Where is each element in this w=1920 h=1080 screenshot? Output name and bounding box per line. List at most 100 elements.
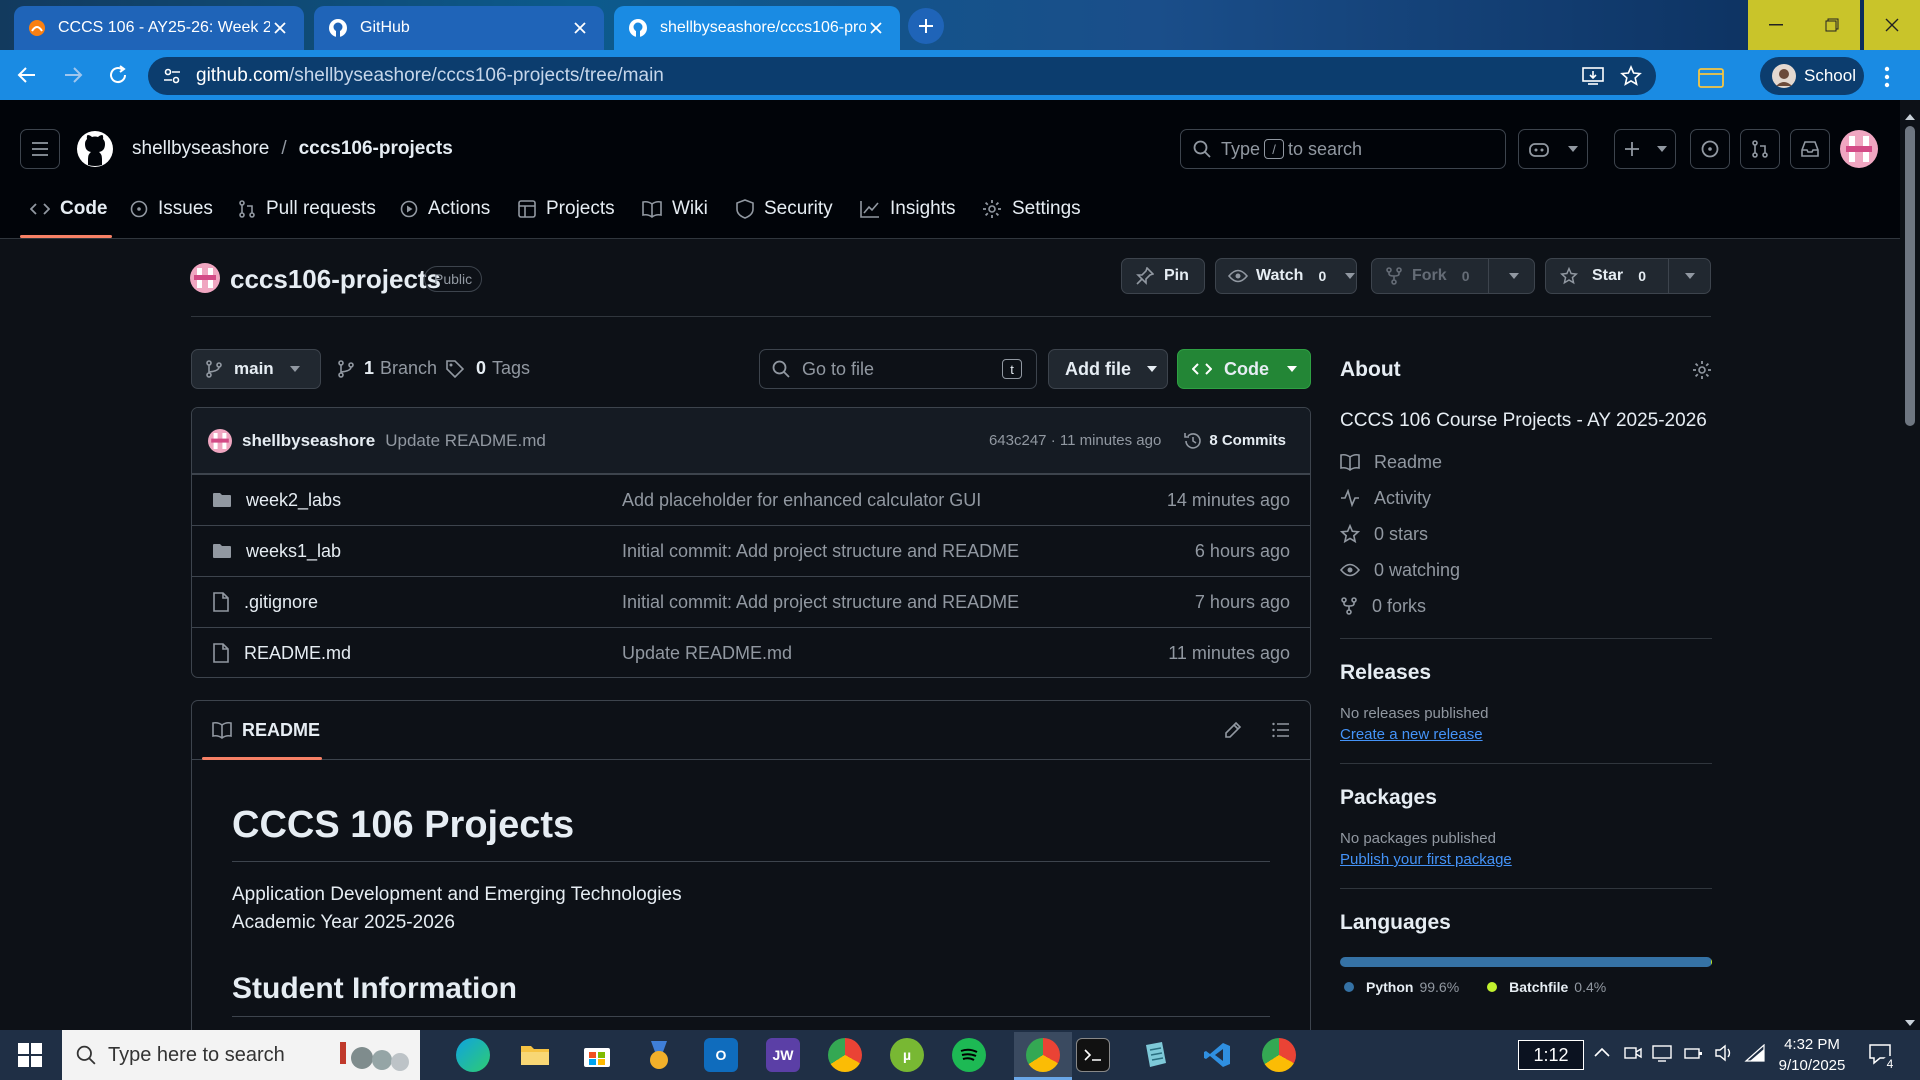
chrome-icon[interactable] bbox=[1262, 1038, 1296, 1072]
readme-tab[interactable]: README bbox=[242, 720, 320, 741]
packages-heading[interactable]: Packages bbox=[1340, 786, 1712, 810]
browser-tab-active[interactable]: shellbyseashore/cccs106-proje bbox=[614, 6, 900, 50]
file-row[interactable]: weeks1_lab Initial commit: Add project s… bbox=[192, 525, 1310, 576]
profile-button[interactable]: School bbox=[1760, 57, 1864, 95]
file-commit-message[interactable]: Initial commit: Add project structure an… bbox=[622, 592, 1195, 613]
breadcrumb-owner[interactable]: shellbyseashore bbox=[132, 138, 269, 160]
restore-button[interactable] bbox=[1804, 0, 1860, 50]
file-row[interactable]: README.md Update README.md 11 minutes ag… bbox=[192, 627, 1310, 677]
watching-link[interactable]: 0 watching bbox=[1340, 552, 1712, 588]
chevron-up-icon[interactable] bbox=[1594, 1047, 1610, 1057]
avatar[interactable] bbox=[208, 428, 232, 453]
commit-author[interactable]: shellbyseashore bbox=[242, 431, 375, 451]
create-new-button[interactable] bbox=[1614, 129, 1676, 169]
chrome-profile-icon[interactable] bbox=[1014, 1032, 1072, 1080]
create-release-link[interactable]: Create a new release bbox=[1340, 726, 1712, 743]
file-commit-message[interactable]: Update README.md bbox=[622, 643, 1168, 664]
timer-widget[interactable]: 1:12 bbox=[1518, 1040, 1584, 1070]
pencil-icon[interactable] bbox=[1224, 721, 1242, 739]
browser-tab[interactable]: GitHub bbox=[314, 6, 604, 50]
language-name[interactable]: Batchfile bbox=[1509, 979, 1568, 995]
more-vertical-icon[interactable] bbox=[1884, 66, 1890, 88]
close-icon[interactable] bbox=[570, 18, 590, 38]
file-name[interactable]: .gitignore bbox=[244, 592, 318, 613]
hamburger-menu-button[interactable] bbox=[20, 129, 60, 169]
jw-library-icon[interactable]: JW bbox=[766, 1038, 800, 1072]
tab-code[interactable]: Code bbox=[30, 196, 108, 222]
file-commit-message[interactable]: Initial commit: Add project structure an… bbox=[622, 541, 1195, 562]
releases-heading[interactable]: Releases bbox=[1340, 661, 1712, 685]
reload-icon[interactable] bbox=[107, 64, 129, 86]
stars-link[interactable]: 0 stars bbox=[1340, 516, 1712, 552]
vscode-icon[interactable] bbox=[1200, 1038, 1234, 1072]
issues-button[interactable] bbox=[1690, 129, 1730, 169]
medal-app-icon[interactable] bbox=[642, 1038, 676, 1072]
meet-now-icon[interactable] bbox=[1624, 1044, 1642, 1062]
address-bar[interactable]: github.com/shellbyseashore/cccs106-proje… bbox=[148, 57, 1656, 95]
file-name[interactable]: week2_labs bbox=[246, 490, 341, 511]
copilot-button[interactable] bbox=[1518, 129, 1588, 169]
breadcrumb-repo[interactable]: cccs106-projects bbox=[299, 138, 453, 160]
edge-icon[interactable] bbox=[456, 1038, 490, 1072]
clock[interactable]: 4:32 PM 9/10/2025 bbox=[1776, 1034, 1848, 1076]
bookmark-star-icon[interactable] bbox=[1620, 65, 1642, 87]
windows-start-icon[interactable] bbox=[18, 1043, 42, 1067]
tab-pull-requests[interactable]: Pull requests bbox=[238, 196, 376, 222]
close-icon[interactable] bbox=[270, 18, 290, 38]
pin-button[interactable]: Pin bbox=[1121, 258, 1205, 294]
tab-wiki[interactable]: Wiki bbox=[642, 196, 708, 222]
chrome-icon[interactable] bbox=[828, 1038, 862, 1072]
branches-link[interactable]: 1 Branch bbox=[338, 358, 437, 379]
publish-package-link[interactable]: Publish your first package bbox=[1340, 851, 1712, 868]
utorrent-icon[interactable]: µ bbox=[890, 1038, 924, 1072]
file-explorer-icon[interactable] bbox=[518, 1038, 552, 1072]
readme-link[interactable]: Readme bbox=[1340, 444, 1712, 480]
taskbar-search-input[interactable]: Type here to search bbox=[62, 1030, 420, 1080]
tab-actions[interactable]: Actions bbox=[400, 196, 490, 222]
outlook-icon[interactable]: O bbox=[704, 1038, 738, 1072]
star-button[interactable]: Star 0 bbox=[1545, 258, 1711, 294]
microsoft-store-icon[interactable] bbox=[580, 1038, 614, 1072]
file-row[interactable]: week2_labs Add placeholder for enhanced … bbox=[192, 474, 1310, 525]
search-input[interactable]: Type / to search bbox=[1180, 129, 1506, 169]
outline-list-icon[interactable] bbox=[1272, 722, 1290, 738]
file-row[interactable]: .gitignore Initial commit: Add project s… bbox=[192, 576, 1310, 627]
scrollbar-thumb[interactable] bbox=[1905, 126, 1915, 426]
user-avatar[interactable] bbox=[1840, 130, 1878, 168]
watch-button[interactable]: Watch 0 bbox=[1215, 258, 1357, 294]
gear-icon[interactable] bbox=[1692, 360, 1712, 380]
file-name[interactable]: weeks1_lab bbox=[246, 541, 341, 562]
scroll-up-icon[interactable] bbox=[1905, 114, 1915, 120]
fork-button[interactable]: Fork 0 bbox=[1371, 258, 1535, 294]
display-icon[interactable] bbox=[1652, 1044, 1672, 1062]
spotify-icon[interactable] bbox=[952, 1038, 986, 1072]
battery-plug-icon[interactable] bbox=[1684, 1044, 1704, 1062]
back-arrow-icon[interactable] bbox=[16, 64, 38, 86]
tab-issues[interactable]: Issues bbox=[130, 196, 213, 222]
site-settings-icon[interactable] bbox=[162, 66, 182, 86]
close-window-button[interactable] bbox=[1864, 0, 1920, 50]
new-tab-button[interactable] bbox=[908, 8, 944, 44]
browser-tab[interactable]: CCCS 106 - AY25-26: Week 2 bbox=[14, 6, 304, 50]
repo-name[interactable]: cccs106-projects bbox=[230, 264, 441, 295]
wifi-icon[interactable] bbox=[1744, 1044, 1766, 1062]
terminal-icon[interactable] bbox=[1076, 1038, 1110, 1072]
volume-icon[interactable] bbox=[1714, 1044, 1734, 1062]
tab-security[interactable]: Security bbox=[736, 196, 833, 222]
language-name[interactable]: Python bbox=[1366, 979, 1413, 995]
file-name[interactable]: README.md bbox=[244, 643, 351, 664]
commit-message[interactable]: Update README.md bbox=[385, 431, 546, 451]
commits-link[interactable]: 8 Commits bbox=[1209, 432, 1286, 449]
pull-requests-button[interactable] bbox=[1740, 129, 1780, 169]
go-to-file-input[interactable]: Go to file t bbox=[759, 349, 1037, 389]
notepad-icon[interactable] bbox=[1138, 1038, 1172, 1072]
install-app-icon[interactable] bbox=[1582, 66, 1604, 86]
tab-insights[interactable]: Insights bbox=[860, 196, 955, 222]
scroll-down-icon[interactable] bbox=[1905, 1020, 1915, 1026]
close-icon[interactable] bbox=[866, 18, 886, 38]
commit-hash-time[interactable]: 643c247 · 11 minutes ago bbox=[989, 432, 1161, 449]
add-file-button[interactable]: Add file bbox=[1048, 349, 1168, 389]
file-commit-message[interactable]: Add placeholder for enhanced calculator … bbox=[622, 490, 1167, 511]
tab-projects[interactable]: Projects bbox=[518, 196, 615, 222]
activity-link[interactable]: Activity bbox=[1340, 480, 1712, 516]
